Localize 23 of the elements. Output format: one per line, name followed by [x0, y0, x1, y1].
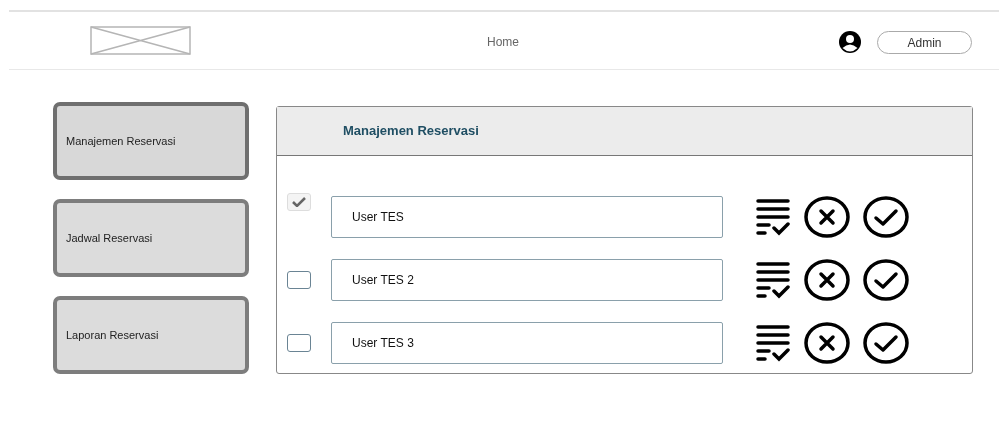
check-icon: [292, 197, 306, 207]
input-field[interactable]: User TES 2: [331, 258, 723, 301]
approve-icon[interactable]: [863, 258, 909, 301]
cancel-icon[interactable]: [804, 258, 850, 301]
home-link[interactable]: Home: [487, 33, 519, 51]
sidebar-item[interactable]: Manajemen Reservasi: [53, 102, 249, 180]
admin-button[interactable]: Admin: [877, 31, 972, 54]
input-field[interactable]: User TES 3: [331, 321, 723, 364]
approve-icon[interactable]: [863, 321, 909, 364]
approve-icon[interactable]: [863, 195, 909, 238]
checklist-icon[interactable]: [755, 323, 791, 362]
panel-title: Manajemen Reservasi: [343, 122, 479, 141]
sidebar-item[interactable]: Jadwal Reservasi: [53, 199, 249, 277]
cancel-icon[interactable]: [804, 321, 850, 364]
checkbox[interactable]: [287, 333, 311, 352]
checkbox[interactable]: [287, 270, 311, 289]
image-placeholder-icon: [90, 26, 191, 55]
sidebar-item[interactable]: Laporan Reservasi: [53, 296, 249, 374]
checklist-icon[interactable]: [755, 260, 791, 299]
checklist-icon[interactable]: [755, 197, 791, 236]
input-field[interactable]: User TES: [331, 195, 723, 238]
user-avatar-icon[interactable]: [839, 31, 861, 53]
cancel-icon[interactable]: [804, 195, 850, 238]
